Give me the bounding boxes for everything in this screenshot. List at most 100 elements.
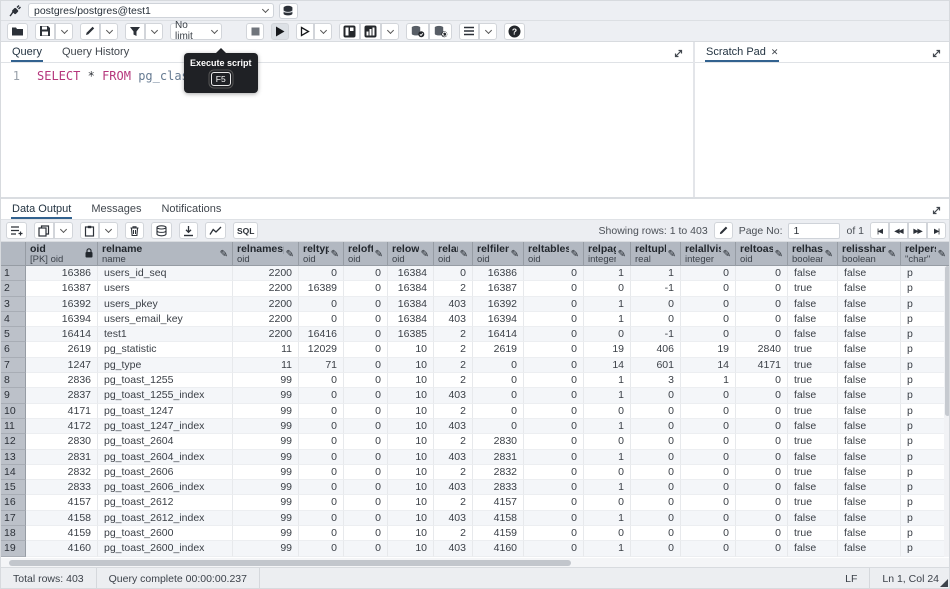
grid-cell[interactable]: 0 bbox=[681, 312, 736, 327]
grid-cell[interactable]: 0 bbox=[473, 373, 524, 388]
grid-cell[interactable]: 71 bbox=[299, 358, 344, 373]
grid-cell[interactable]: 0 bbox=[344, 388, 388, 403]
grid-horizontal-scrollbar[interactable] bbox=[1, 558, 950, 567]
grid-cell[interactable]: false bbox=[838, 434, 901, 449]
grid-cell[interactable]: 10 bbox=[388, 526, 434, 541]
grid-cell[interactable]: 4159 bbox=[26, 526, 98, 541]
grid-cell[interactable]: 11 bbox=[233, 358, 299, 373]
grid-cell[interactable]: p bbox=[901, 450, 950, 465]
grid-cell[interactable]: 2 bbox=[434, 404, 473, 419]
grid-cell[interactable]: 0 bbox=[299, 465, 344, 480]
grid-cell[interactable]: 99 bbox=[233, 526, 299, 541]
grid-cell[interactable]: 0 bbox=[524, 388, 584, 403]
row-limit-select[interactable]: No limit bbox=[170, 23, 222, 40]
grid-cell[interactable]: 0 bbox=[473, 358, 524, 373]
grid-cell[interactable]: users_id_seq bbox=[98, 266, 233, 281]
grid-cell[interactable]: 0 bbox=[584, 404, 631, 419]
column-header-relpages[interactable]: relpagesinteger✎ bbox=[584, 242, 631, 266]
grid-cell[interactable]: 0 bbox=[584, 465, 631, 480]
grid-cell[interactable]: 10 bbox=[388, 404, 434, 419]
commit-button[interactable] bbox=[406, 23, 429, 40]
tab-query[interactable]: Query bbox=[11, 43, 43, 62]
grid-cell[interactable]: 4157 bbox=[473, 495, 524, 510]
grid-cell[interactable]: pg_toast_2600 bbox=[98, 526, 233, 541]
grid-cell[interactable]: p bbox=[901, 404, 950, 419]
grid-cell[interactable]: pg_type bbox=[98, 358, 233, 373]
grid-cell[interactable]: 0 bbox=[681, 450, 736, 465]
resize-grip[interactable] bbox=[940, 579, 948, 587]
macros-dropdown[interactable] bbox=[479, 23, 497, 40]
grid-cell[interactable]: 0 bbox=[681, 388, 736, 403]
grid-cell[interactable]: 0 bbox=[736, 480, 788, 495]
explain-options-dropdown[interactable] bbox=[381, 23, 399, 40]
grid-cell[interactable]: 403 bbox=[434, 480, 473, 495]
edit-options-dropdown[interactable] bbox=[100, 23, 118, 40]
grid-cell[interactable]: p bbox=[901, 266, 950, 281]
grid-cell[interactable]: pg_toast_2600_index bbox=[98, 541, 233, 556]
grid-cell[interactable]: 0 bbox=[736, 465, 788, 480]
last-page-button[interactable]: ▶| bbox=[927, 222, 946, 239]
grid-cell[interactable]: 2 bbox=[434, 281, 473, 296]
row-number-cell[interactable]: 17 bbox=[1, 511, 26, 526]
grid-cell[interactable]: 2619 bbox=[473, 342, 524, 357]
grid-cell[interactable]: false bbox=[788, 480, 838, 495]
grid-cell[interactable]: 12029 bbox=[299, 342, 344, 357]
grid-cell[interactable]: users bbox=[98, 281, 233, 296]
grid-cell[interactable]: false bbox=[838, 526, 901, 541]
grid-cell[interactable]: 1 bbox=[584, 297, 631, 312]
grid-cell[interactable]: users_pkey bbox=[98, 297, 233, 312]
grid-cell[interactable]: 2840 bbox=[736, 342, 788, 357]
copy-button[interactable] bbox=[34, 222, 54, 239]
grid-cell[interactable]: 1 bbox=[584, 312, 631, 327]
grid-cell[interactable]: 99 bbox=[233, 511, 299, 526]
grid-cell[interactable]: false bbox=[788, 266, 838, 281]
grid-cell[interactable]: 0 bbox=[299, 495, 344, 510]
grid-cell[interactable]: 2832 bbox=[473, 465, 524, 480]
grid-cell[interactable]: 0 bbox=[299, 404, 344, 419]
tab-scratch-pad[interactable]: Scratch Pad ✕ bbox=[705, 43, 779, 62]
grid-cell[interactable]: 0 bbox=[344, 419, 388, 434]
grid-cell[interactable]: 99 bbox=[233, 450, 299, 465]
save-file-button[interactable] bbox=[35, 23, 55, 40]
grid-cell[interactable]: pg_toast_1255_index bbox=[98, 388, 233, 403]
grid-cell[interactable]: 0 bbox=[681, 541, 736, 556]
grid-cell[interactable]: 4160 bbox=[26, 541, 98, 556]
grid-cell[interactable]: 19 bbox=[584, 342, 631, 357]
grid-cell[interactable]: 0 bbox=[584, 526, 631, 541]
first-page-button[interactable]: |◀ bbox=[870, 222, 889, 239]
grid-cell[interactable]: 0 bbox=[631, 495, 681, 510]
grid-cell[interactable]: 2 bbox=[434, 358, 473, 373]
grid-cell[interactable]: 2 bbox=[434, 373, 473, 388]
grid-cell[interactable]: 0 bbox=[631, 404, 681, 419]
column-header-relowner[interactable]: relowneroid✎ bbox=[388, 242, 434, 266]
grid-cell[interactable]: pg_toast_2604_index bbox=[98, 450, 233, 465]
grid-cell[interactable]: true bbox=[788, 342, 838, 357]
grid-cell[interactable]: 99 bbox=[233, 495, 299, 510]
grid-cell[interactable]: 99 bbox=[233, 541, 299, 556]
grid-cell[interactable]: 0 bbox=[631, 388, 681, 403]
grid-cell[interactable]: p bbox=[901, 480, 950, 495]
grid-cell[interactable]: 2831 bbox=[26, 450, 98, 465]
grid-cell[interactable]: 0 bbox=[736, 450, 788, 465]
grid-cell[interactable]: 14 bbox=[681, 358, 736, 373]
grid-cell[interactable]: 0 bbox=[299, 541, 344, 556]
grid-cell[interactable]: 0 bbox=[299, 266, 344, 281]
grid-cell[interactable]: true bbox=[788, 495, 838, 510]
grid-cell[interactable]: 1247 bbox=[26, 358, 98, 373]
grid-cell[interactable]: 0 bbox=[524, 419, 584, 434]
grid-cell[interactable]: 0 bbox=[584, 327, 631, 342]
row-number-cell[interactable]: 11 bbox=[1, 419, 26, 434]
grid-cell[interactable]: false bbox=[838, 297, 901, 312]
row-number-cell[interactable]: 18 bbox=[1, 526, 26, 541]
grid-cell[interactable]: false bbox=[788, 388, 838, 403]
column-header-reltuples[interactable]: reltuplesreal✎ bbox=[631, 242, 681, 266]
grid-cell[interactable]: 10 bbox=[388, 495, 434, 510]
grid-cell[interactable]: 0 bbox=[584, 281, 631, 296]
grid-cell[interactable]: 0 bbox=[736, 297, 788, 312]
grid-cell[interactable]: 2 bbox=[434, 327, 473, 342]
grid-cell[interactable]: pg_toast_2606_index bbox=[98, 480, 233, 495]
grid-cell[interactable]: 2 bbox=[434, 342, 473, 357]
tab-data-output[interactable]: Data Output bbox=[11, 200, 72, 219]
column-header-oid[interactable]: oid[PK] oid bbox=[26, 242, 98, 266]
rollback-button[interactable] bbox=[429, 23, 452, 40]
